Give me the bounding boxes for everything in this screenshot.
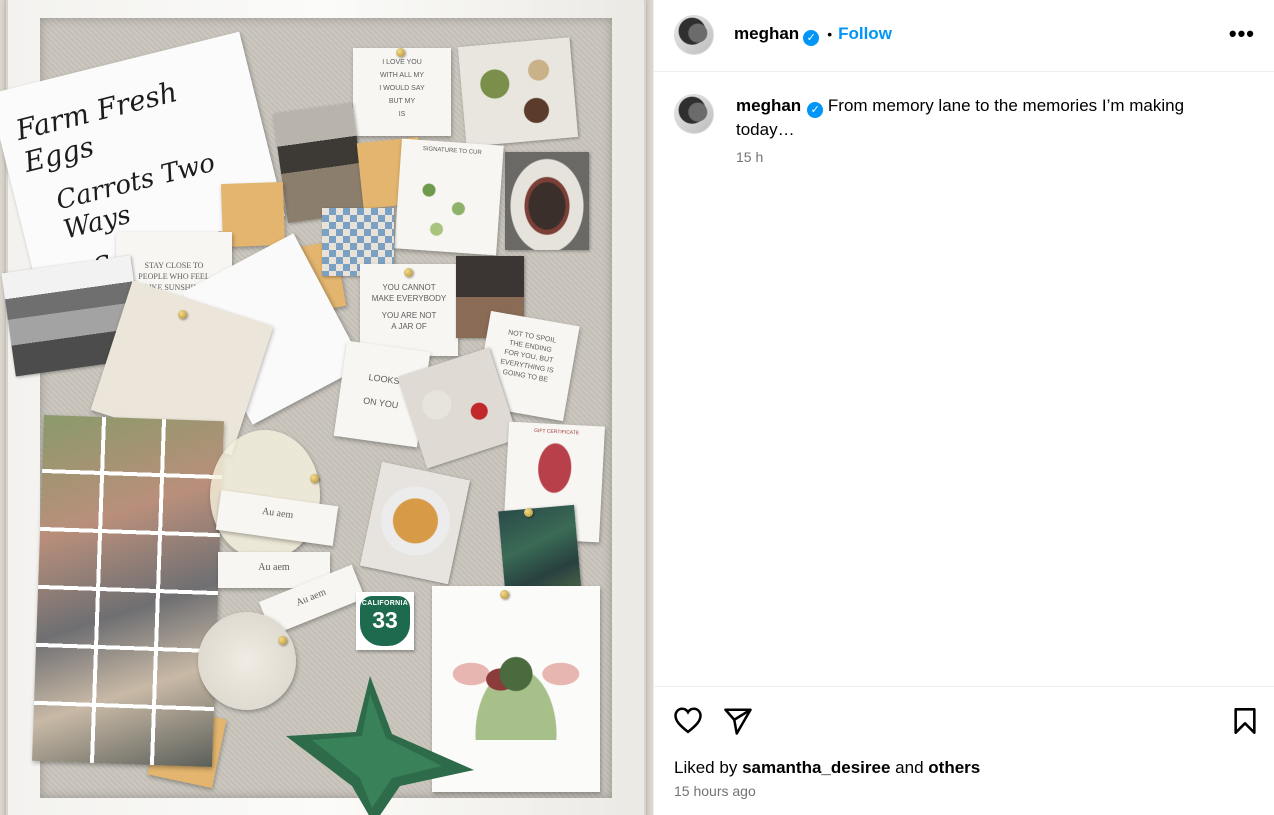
- ribbon-tag-brand: Au aem: [258, 562, 290, 573]
- likes-summary: Liked by samantha_desiree and others: [674, 758, 980, 778]
- love-line-4: BUT MY: [388, 98, 416, 105]
- separator-dot: •: [827, 26, 833, 42]
- nutella-line-3: YOU ARE NOT: [381, 311, 437, 320]
- pin: [396, 48, 405, 57]
- nutella-card: YOU CANNOT MAKE EVERYBODY YOU ARE NOT A …: [360, 264, 458, 356]
- ribbon-tag-brand: Au aem: [294, 586, 328, 609]
- love-line-3: I WOULD SAY: [379, 85, 425, 92]
- username-link[interactable]: meghan: [734, 24, 799, 43]
- dessert-photo: [505, 152, 589, 250]
- recipe-card: SIGNATURE TO CUR: [394, 138, 504, 256]
- pin: [278, 636, 287, 645]
- pin: [178, 310, 187, 319]
- food-photo: [457, 37, 579, 147]
- nutella-line-2: MAKE EVERYBODY: [371, 294, 447, 303]
- verified-badge-icon: ✓: [807, 102, 824, 118]
- route-state: CALIFORNIA: [361, 600, 409, 607]
- avatar[interactable]: [674, 15, 714, 55]
- recipe-card-title: SIGNATURE TO CUR: [422, 146, 482, 157]
- gift-certificate-title: GIFT CERTIFICATE: [533, 427, 580, 437]
- post-timestamp[interactable]: 15 hours ago: [674, 783, 756, 799]
- caption-text: From memory lane to the memories I’m mak…: [736, 96, 1185, 139]
- route-number: 33: [372, 607, 398, 633]
- liked-prefix: Liked by: [674, 758, 738, 777]
- caption-username-link[interactable]: meghan: [736, 96, 801, 115]
- pin: [310, 474, 319, 483]
- liked-and: and: [895, 758, 924, 777]
- love-line-2: WITH ALL MY: [379, 72, 425, 79]
- ribbon-tag-brand: Au aem: [261, 505, 294, 522]
- more-options-icon[interactable]: •••: [1229, 23, 1255, 45]
- header-user-row: meghan ✓ • Follow: [734, 24, 892, 46]
- green-star: [286, 676, 474, 815]
- pin: [524, 508, 533, 517]
- caption-timestamp[interactable]: 15 h: [736, 149, 763, 165]
- bookmark-icon[interactable]: [1232, 707, 1258, 740]
- pin: [500, 590, 509, 599]
- post-panel: meghan ✓ • Follow ••• meghan ✓ From memory l…: [653, 0, 1274, 815]
- nutella-line-1: YOU CANNOT: [382, 283, 436, 292]
- post-photo[interactable]: Farm Fresh Eggs Carrots Two Ways Sweet T…: [0, 0, 653, 815]
- love-line-1: I LOVE YOU: [382, 59, 422, 66]
- liked-others-link[interactable]: others: [928, 758, 980, 777]
- caption: meghan ✓ From memory lane to the memories…: [736, 94, 1236, 141]
- route-shield: CALIFORNIA 33: [360, 596, 410, 646]
- follow-button[interactable]: Follow: [838, 24, 892, 43]
- verified-badge-icon: ✓: [803, 30, 820, 46]
- avatar[interactable]: [674, 94, 714, 134]
- paper-plane-icon[interactable]: [723, 707, 753, 740]
- nutella-line-4: A JAR OF: [391, 322, 427, 331]
- sunshine-line-1: STAY CLOSE TO: [144, 261, 204, 270]
- liked-user-link[interactable]: samantha_desiree: [742, 758, 890, 777]
- post-header: meghan ✓ • Follow •••: [654, 0, 1274, 72]
- love-note-card: I LOVE YOU WITH ALL MY I WOULD SAY BUT M…: [353, 48, 451, 136]
- california-33-sign: CALIFORNIA 33: [356, 592, 414, 650]
- pin: [404, 268, 413, 277]
- heart-icon[interactable]: [673, 706, 703, 739]
- love-line-5: IS: [398, 111, 406, 118]
- photo-grid: [32, 414, 224, 768]
- kitchen-photo: [272, 102, 368, 224]
